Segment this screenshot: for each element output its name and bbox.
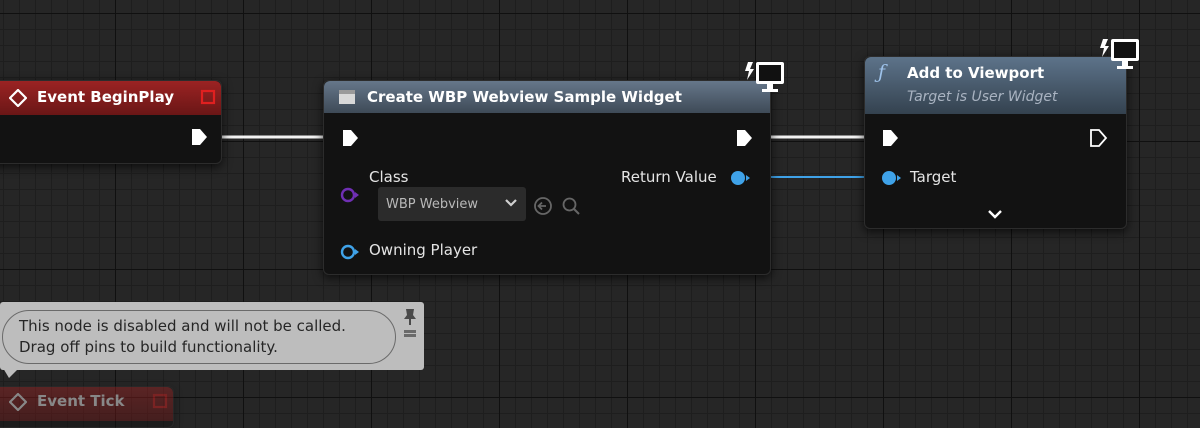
widget-icon <box>338 88 356 110</box>
event-beginplay-title: Event BeginPlay <box>37 88 175 106</box>
event-beginplay-node[interactable]: Event BeginPlay <box>0 80 222 164</box>
create-exec-out-pin[interactable] <box>734 128 754 152</box>
class-label: Class <box>369 168 409 186</box>
viewport-exec-out-pin[interactable] <box>1088 128 1108 152</box>
delegate-square-icon[interactable] <box>152 393 168 413</box>
add-to-viewport-node[interactable]: ƒ Add to Viewport Target is User Widget … <box>864 56 1127 229</box>
target-pin[interactable] <box>880 170 902 190</box>
owning-player-label: Owning Player <box>369 241 478 259</box>
event-diamond-icon <box>8 392 28 415</box>
server-client-monitor-icon <box>1099 37 1143 77</box>
class-dropdown[interactable]: WBP Webview <box>378 187 526 221</box>
chevron-down-icon[interactable] <box>987 205 1003 224</box>
pushpin-icon[interactable] <box>402 308 418 342</box>
add-to-viewport-title: Add to Viewport <box>907 64 1045 82</box>
server-client-monitor-icon <box>744 60 788 100</box>
event-tick-title: Event Tick <box>37 392 125 410</box>
return-value-pin[interactable] <box>729 170 751 190</box>
add-to-viewport-subtitle: Target is User Widget <box>907 89 1058 105</box>
viewport-exec-in-pin[interactable] <box>880 128 900 152</box>
event-tick-node[interactable]: Event Tick <box>0 386 174 428</box>
use-selected-asset-icon[interactable] <box>533 196 553 220</box>
comment-pointer-icon <box>3 368 19 378</box>
comment-bubble: This node is disabled and will not be ca… <box>2 310 396 364</box>
disabled-node-comment: This node is disabled and will not be ca… <box>0 302 424 378</box>
comment-line-2: Drag off pins to build functionality. <box>19 338 278 356</box>
comment-line-1: This node is disabled and will not be ca… <box>19 317 346 335</box>
create-exec-in-pin[interactable] <box>340 128 360 152</box>
event-diamond-icon <box>8 88 28 111</box>
target-label: Target <box>910 168 957 186</box>
owning-player-pin[interactable] <box>340 244 360 264</box>
exec-out-pin[interactable] <box>189 127 209 151</box>
return-value-label: Return Value <box>621 168 717 186</box>
class-pin[interactable] <box>340 187 360 207</box>
class-dropdown-value: WBP Webview <box>386 196 479 212</box>
browse-search-icon[interactable] <box>561 196 581 220</box>
delegate-square-icon[interactable] <box>200 89 216 109</box>
create-widget-title: Create WBP Webview Sample Widget <box>367 88 682 106</box>
create-widget-node[interactable]: Create WBP Webview Sample Widget Class W… <box>323 80 771 275</box>
chevron-down-icon <box>504 195 518 213</box>
function-f-icon: ƒ <box>878 61 886 83</box>
